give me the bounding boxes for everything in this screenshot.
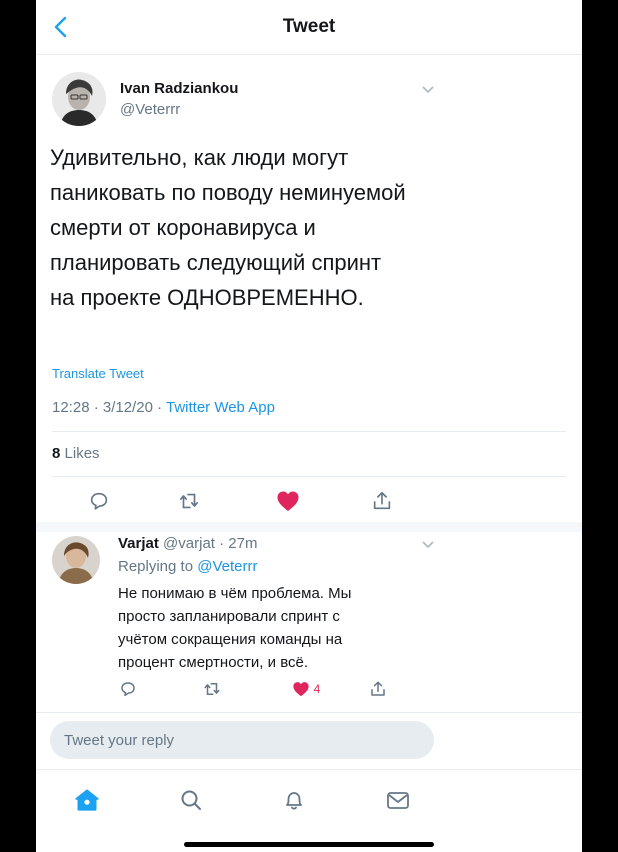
share-icon (371, 681, 385, 696)
messages-icon (387, 792, 409, 809)
replying-prefix: Replying to (118, 558, 194, 575)
retweet-icon (179, 493, 199, 509)
home-indicator (184, 842, 434, 847)
tweet-text-line: смерти от коронавируса и (50, 215, 316, 240)
search-icon (181, 790, 201, 810)
home-icon (75, 789, 99, 811)
reply-share-button[interactable] (366, 678, 390, 700)
like-button[interactable] (273, 486, 303, 516)
share-button[interactable] (367, 486, 397, 516)
tab-messages[interactable] (378, 780, 418, 820)
tab-search[interactable] (171, 780, 211, 820)
tweet-text-line: паниковать по поводу неминуемой (50, 180, 406, 205)
likes-count[interactable]: 8 Likes (52, 445, 100, 462)
tweet-text-line: планировать следующий спринт (50, 250, 382, 275)
retweet-icon (204, 683, 220, 695)
author-name[interactable]: Ivan Radziankou (120, 80, 238, 97)
reply-reply-button[interactable] (116, 678, 140, 700)
section-separator (36, 522, 582, 532)
reply-avatar[interactable] (52, 536, 100, 584)
reply-header: Varjat @varjat · 27m (118, 535, 257, 552)
reply-icon (90, 492, 108, 510)
like-icon (293, 682, 309, 697)
reply-button[interactable] (84, 486, 114, 516)
tweet-metadata: 12:28 · 3/12/20 · Twitter Web App (52, 399, 275, 416)
reply-icon (121, 682, 135, 697)
translate-tweet-link[interactable]: Translate Tweet (52, 366, 144, 381)
notifications-icon (286, 792, 302, 810)
tweet-text: Удивительно, как люди могут паниковать п… (50, 140, 550, 315)
tab-notifications[interactable] (274, 780, 314, 820)
divider (36, 712, 582, 713)
tweet-text-line: Удивительно, как люди могут (50, 145, 349, 170)
reply-text-line: учётом сокращения команды на (118, 631, 343, 648)
reply-like-count: 4 (313, 682, 321, 696)
bottom-tab-bar (36, 769, 582, 830)
tweet-timestamp: 12:28 · 3/12/20 · (52, 399, 163, 416)
reply-chevron-down-icon[interactable] (420, 537, 436, 553)
reply-text-line: процент смертности, и всё. (118, 654, 308, 671)
author-handle[interactable]: @Veterrr (120, 101, 180, 118)
top-bar: Tweet (36, 0, 582, 55)
chevron-down-icon[interactable] (420, 82, 436, 98)
phone-screen: Tweet Ivan Radziankou @Veterrr Удивитель… (36, 0, 582, 852)
tab-home[interactable] (67, 780, 107, 820)
reply-retweet-button[interactable] (200, 678, 224, 700)
reply-text-line: Не понимаю в чём проблема. Мы (118, 585, 352, 602)
like-icon (277, 491, 299, 511)
previous-tweet-peek (96, 44, 276, 50)
tweet-source-link[interactable]: Twitter Web App (166, 399, 275, 416)
share-icon (373, 491, 391, 510)
likes-label: Likes (64, 445, 100, 462)
reply-text-line: просто запланировали спринт с (118, 608, 340, 625)
reply-like-button[interactable]: 4 (284, 678, 328, 700)
likes-number: 8 (52, 445, 61, 462)
divider (52, 431, 566, 432)
replying-to: Replying to @Veterrr (118, 558, 257, 575)
avatar[interactable] (52, 72, 106, 126)
reply-input-placeholder: Tweet your reply (64, 732, 175, 749)
reply-author-name[interactable]: Varjat (118, 535, 159, 552)
reply-input[interactable]: Tweet your reply (50, 721, 434, 759)
retweet-button[interactable] (174, 486, 204, 516)
tweet-text-line: на проекте ОДНОВРЕМЕННО. (50, 285, 364, 310)
reply-text: Не понимаю в чём проблема. Мы просто зап… (118, 582, 448, 674)
reply-handle-time[interactable]: @varjat · 27m (163, 535, 257, 552)
replying-to-handle[interactable]: @Veterrr (197, 558, 257, 575)
page-title: Tweet (282, 16, 336, 37)
divider (52, 476, 566, 477)
